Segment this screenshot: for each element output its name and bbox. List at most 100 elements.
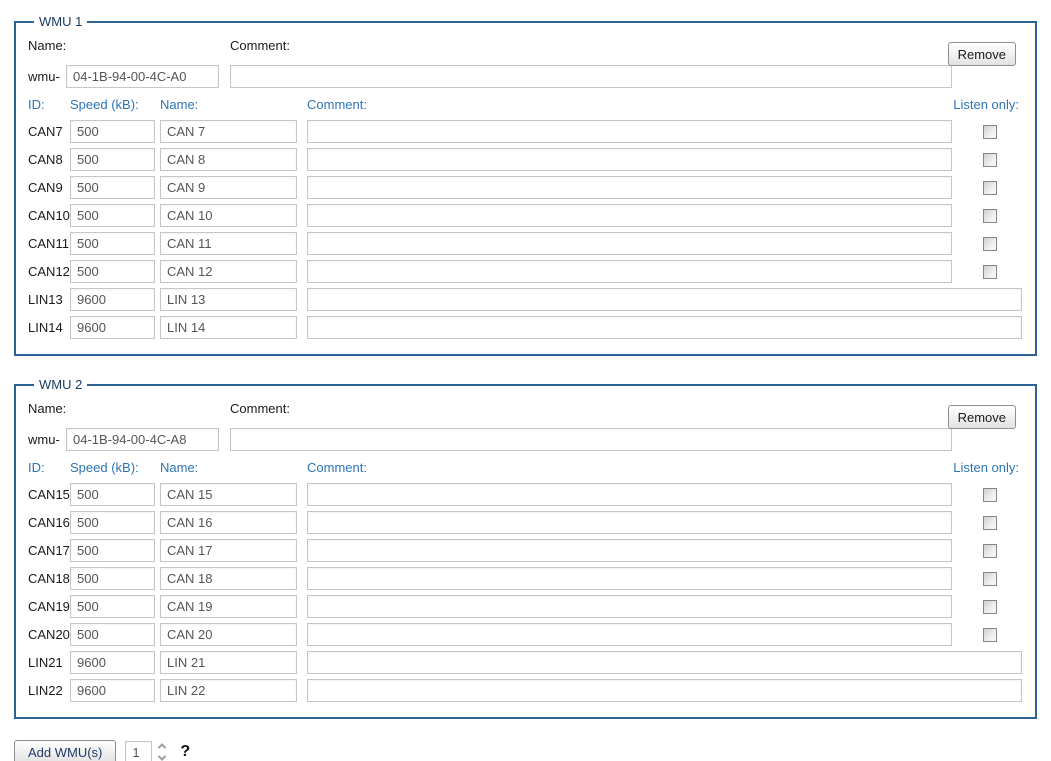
channel-row: LIN14 (28, 316, 1023, 339)
col-header-speed: Speed (kB): (70, 97, 160, 112)
wmu-comment-label: Comment: (230, 401, 290, 416)
listen-only-checkbox[interactable] (983, 572, 997, 586)
channel-speed-input[interactable] (70, 567, 155, 590)
channel-id-label: CAN11 (28, 236, 70, 251)
channel-comment-input[interactable] (307, 651, 1022, 674)
col-header-id: ID: (28, 97, 70, 112)
channel-speed-input[interactable] (70, 120, 155, 143)
wmu-legend: WMU 1 (34, 14, 87, 29)
listen-only-checkbox[interactable] (983, 265, 997, 279)
listen-only-checkbox[interactable] (983, 209, 997, 223)
channel-name-input[interactable] (160, 511, 297, 534)
channel-row: CAN15 (28, 483, 1023, 506)
channel-speed-input[interactable] (70, 511, 155, 534)
wmu-comment-input[interactable] (230, 65, 952, 88)
listen-only-checkbox[interactable] (983, 488, 997, 502)
channel-speed-input[interactable] (70, 288, 155, 311)
remove-wmu-button[interactable]: Remove (948, 42, 1016, 66)
help-question-mark[interactable]: ? (180, 743, 190, 761)
channel-name-input[interactable] (160, 567, 297, 590)
remove-wmu-button[interactable]: Remove (948, 405, 1016, 429)
channel-row: CAN11 (28, 232, 1023, 255)
channel-name-input[interactable] (160, 260, 297, 283)
channel-name-input[interactable] (160, 176, 297, 199)
channel-comment-input[interactable] (307, 623, 952, 646)
channel-row: CAN8 (28, 148, 1023, 171)
channel-name-input[interactable] (160, 232, 297, 255)
channel-comment-input[interactable] (307, 148, 952, 171)
channel-row: LIN21 (28, 651, 1023, 674)
wmu-count-input[interactable] (125, 741, 152, 761)
footer-controls: Add WMU(s) ? (14, 740, 1037, 761)
channel-speed-input[interactable] (70, 679, 155, 702)
channel-name-input[interactable] (160, 204, 297, 227)
listen-only-checkbox[interactable] (983, 125, 997, 139)
channel-comment-input[interactable] (307, 679, 1022, 702)
spinner-up-button[interactable] (159, 743, 165, 750)
channel-speed-input[interactable] (70, 232, 155, 255)
channel-comment-input[interactable] (307, 288, 1022, 311)
channel-comment-input[interactable] (307, 539, 952, 562)
channel-name-input[interactable] (160, 288, 297, 311)
channel-comment-input[interactable] (307, 567, 952, 590)
channel-id-label: CAN10 (28, 208, 70, 223)
channel-name-input[interactable] (160, 539, 297, 562)
channel-comment-input[interactable] (307, 316, 1022, 339)
channel-name-input[interactable] (160, 623, 297, 646)
channel-speed-input[interactable] (70, 539, 155, 562)
wmu-identity-row: wmu- (28, 428, 1023, 451)
chevron-up-icon (158, 743, 166, 751)
channel-comment-input[interactable] (307, 232, 952, 255)
channel-name-input[interactable] (160, 148, 297, 171)
channel-comment-input[interactable] (307, 260, 952, 283)
wmu-mac-prefix-label: wmu- (28, 69, 66, 84)
channel-row: CAN20 (28, 623, 1023, 646)
channel-speed-input[interactable] (70, 595, 155, 618)
wmu-fieldset: WMU 1 Remove Name: Comment: wmu- ID: Spe… (14, 14, 1037, 356)
channel-speed-input[interactable] (70, 483, 155, 506)
channel-name-input[interactable] (160, 679, 297, 702)
listen-only-checkbox[interactable] (983, 153, 997, 167)
channel-comment-input[interactable] (307, 511, 952, 534)
channel-speed-input[interactable] (70, 148, 155, 171)
wmu-comment-input[interactable] (230, 428, 952, 451)
channel-speed-input[interactable] (70, 623, 155, 646)
channel-speed-input[interactable] (70, 204, 155, 227)
channel-comment-input[interactable] (307, 483, 952, 506)
channel-row: CAN7 (28, 120, 1023, 143)
channel-name-input[interactable] (160, 595, 297, 618)
channel-speed-input[interactable] (70, 176, 155, 199)
channel-speed-input[interactable] (70, 316, 155, 339)
channel-name-input[interactable] (160, 483, 297, 506)
channel-name-input[interactable] (160, 316, 297, 339)
channel-comment-input[interactable] (307, 120, 952, 143)
channel-comment-input[interactable] (307, 176, 952, 199)
listen-only-checkbox[interactable] (983, 516, 997, 530)
channel-id-label: CAN18 (28, 571, 70, 586)
channel-speed-input[interactable] (70, 651, 155, 674)
channel-id-label: CAN12 (28, 264, 70, 279)
wmu-mac-input[interactable] (66, 428, 219, 451)
col-header-listen-only: Listen only: (953, 460, 1019, 475)
wmu-legend: WMU 2 (34, 377, 87, 392)
listen-only-checkbox[interactable] (983, 544, 997, 558)
wmu-list: WMU 1 Remove Name: Comment: wmu- ID: Spe… (14, 14, 1037, 719)
listen-only-checkbox[interactable] (983, 237, 997, 251)
listen-only-checkbox[interactable] (983, 181, 997, 195)
wmu-mac-input[interactable] (66, 65, 219, 88)
wmu-top-labels: Name: Comment: (28, 401, 1023, 416)
channel-name-input[interactable] (160, 120, 297, 143)
channel-comment-input[interactable] (307, 595, 952, 618)
channel-rows: CAN15 CAN16 CAN17 CAN18 CAN19 CAN20 (28, 483, 1023, 702)
col-header-speed: Speed (kB): (70, 460, 160, 475)
spinner-down-button[interactable] (159, 755, 165, 761)
channel-rows: CAN7 CAN8 CAN9 CAN10 CAN11 CAN12 (28, 120, 1023, 339)
listen-only-checkbox[interactable] (983, 628, 997, 642)
add-wmu-button[interactable]: Add WMU(s) (14, 740, 116, 761)
channel-name-input[interactable] (160, 651, 297, 674)
channel-speed-input[interactable] (70, 260, 155, 283)
channel-id-label: LIN13 (28, 292, 70, 307)
channel-id-label: CAN19 (28, 599, 70, 614)
listen-only-checkbox[interactable] (983, 600, 997, 614)
channel-comment-input[interactable] (307, 204, 952, 227)
